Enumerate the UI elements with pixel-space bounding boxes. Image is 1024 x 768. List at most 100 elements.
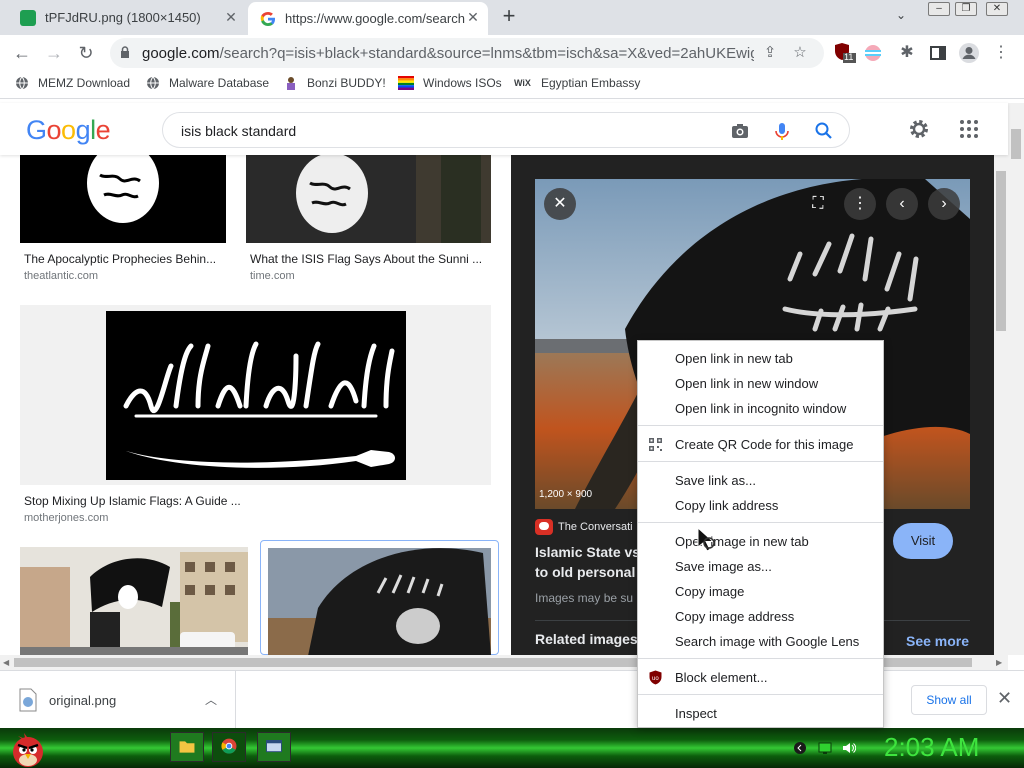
share-icon[interactable]: ⇪ — [760, 43, 780, 63]
tab-tpfjdru-png[interactable]: tPFJdRU.png (1800×1450) ✕ — [14, 0, 246, 35]
close-shelf-icon[interactable]: ✕ — [997, 688, 1012, 709]
minimize-button[interactable]: – — [928, 2, 950, 16]
camera-icon[interactable] — [729, 120, 751, 142]
image-result-card[interactable]: What the ISIS Flag Says About the Sunni … — [246, 155, 491, 285]
gear-icon[interactable] — [908, 118, 930, 140]
lock-icon[interactable] — [120, 46, 130, 59]
angry-bird-icon[interactable] — [8, 728, 48, 768]
page-scrollbar[interactable] — [1008, 103, 1024, 655]
chevron-right-icon[interactable]: › — [928, 188, 960, 220]
tray-expand-icon[interactable] — [793, 741, 807, 755]
image-result-card[interactable]: The Apocalyptic Prophecies Behin... thea… — [20, 155, 226, 285]
scroll-left-arrow-icon[interactable]: ◀ — [3, 658, 9, 667]
download-item[interactable]: original.png ︿ — [0, 671, 236, 729]
tab-search-chevron-icon[interactable]: ⌄ — [896, 8, 906, 22]
show-all-button[interactable]: Show all — [911, 685, 987, 715]
visit-button[interactable]: Visit — [893, 523, 953, 559]
more-options-icon[interactable]: ⋮ — [844, 188, 876, 220]
bookmark-memz[interactable]: MEMZ Download — [15, 76, 130, 90]
ublock-extension-icon[interactable]: 11 — [834, 42, 856, 64]
globe-icon — [146, 76, 160, 90]
close-preview-icon[interactable]: ✕ — [544, 188, 576, 220]
sidepanel-icon[interactable] — [927, 42, 949, 64]
back-button[interactable]: ← — [10, 41, 34, 65]
reload-button[interactable]: ↻ — [74, 41, 98, 65]
result-title[interactable]: Stop Mixing Up Islamic Flags: A Guide ..… — [24, 494, 241, 508]
window-taskbar-button[interactable] — [257, 732, 291, 762]
menu-inspect[interactable]: Inspect — [638, 701, 883, 726]
preview-source[interactable]: The Conversati — [535, 519, 633, 535]
bookmark-windows-isos[interactable]: Windows ISOs — [398, 76, 502, 90]
microphone-icon[interactable] — [771, 120, 793, 142]
menu-copy-link-address[interactable]: Copy link address — [638, 493, 883, 518]
search-icon[interactable] — [813, 120, 835, 142]
address-bar[interactable]: google.com/search?q=isis+black+standard&… — [110, 38, 824, 68]
tab-google-search[interactable]: https://www.google.com/search? ✕ — [248, 2, 488, 35]
scroll-right-arrow-icon[interactable]: ▶ — [996, 658, 1002, 667]
menu-open-link-incognito[interactable]: Open link in incognito window — [638, 396, 883, 421]
bookmark-malware-database[interactable]: Malware Database — [146, 76, 269, 90]
menu-open-link-new-window[interactable]: Open link in new window — [638, 371, 883, 396]
scrollbar-thumb[interactable] — [996, 171, 1006, 331]
close-tab-icon[interactable]: ✕ — [464, 8, 482, 26]
bookmark-bonzi-buddy[interactable]: Bonzi BUDDY! — [284, 76, 386, 90]
street-flag-thumbnail[interactable] — [20, 547, 248, 655]
scrollbar-thumb[interactable] — [1011, 129, 1021, 159]
file-explorer-button[interactable] — [170, 732, 204, 762]
preview-title[interactable]: to old personal — [535, 564, 635, 580]
result-title[interactable]: The Apocalyptic Prophecies Behin... — [24, 252, 216, 266]
close-tab-icon[interactable]: ✕ — [222, 8, 240, 26]
result-title[interactable]: What the ISIS Flag Says About the Sunni … — [250, 252, 482, 266]
new-tab-button[interactable]: + — [497, 5, 521, 28]
flag-thumbnail[interactable] — [246, 155, 491, 243]
related-images-heading: Related images — [535, 631, 638, 647]
image-result-card-selected[interactable] — [260, 540, 499, 655]
pride-extension-icon[interactable] — [864, 42, 886, 64]
menu-search-image-google-lens[interactable]: Search image with Google Lens — [638, 629, 883, 654]
bookmark-egyptian-embassy[interactable]: WiX Egyptian Embassy — [514, 76, 640, 90]
volume-icon[interactable] — [842, 741, 857, 755]
tab-title: tPFJdRU.png (1800×1450) — [45, 10, 201, 25]
apps-grid-icon[interactable] — [958, 118, 980, 140]
menu-label: Block element... — [675, 670, 768, 685]
preview-title[interactable]: Islamic State vs — [535, 544, 640, 560]
menu-separator — [638, 658, 883, 659]
close-window-button[interactable]: ✕ — [986, 2, 1008, 16]
expand-icon[interactable]: ⛶ — [802, 188, 834, 220]
menu-save-link-as[interactable]: Save link as... — [638, 468, 883, 493]
preview-scrollbar[interactable] — [994, 155, 1008, 655]
menu-create-qr-code[interactable]: Create QR Code for this image — [638, 432, 883, 457]
see-more-link[interactable]: See more — [906, 633, 969, 649]
puzzle-icon[interactable]: ✱ — [896, 42, 918, 64]
image-result-card[interactable] — [20, 547, 248, 655]
taskbar-clock[interactable]: 2:03 AM — [884, 732, 979, 763]
chevron-up-icon[interactable]: ︿ — [205, 691, 217, 708]
profile-icon[interactable] — [958, 42, 980, 64]
network-icon[interactable] — [818, 741, 832, 755]
url-text[interactable]: google.com/search?q=isis+black+standard&… — [142, 45, 754, 62]
kebab-menu-icon[interactable]: ⋮ — [990, 42, 1012, 64]
menu-save-image-as[interactable]: Save image as... — [638, 554, 883, 579]
forward-button[interactable]: → — [42, 41, 66, 65]
search-input[interactable]: isis black standard — [181, 123, 296, 139]
image-result-card[interactable]: Stop Mixing Up Islamic Flags: A Guide ..… — [20, 305, 491, 525]
menu-block-element[interactable]: uo Block element... — [638, 665, 883, 690]
chrome-taskbar-button[interactable] — [212, 732, 246, 762]
search-box[interactable]: isis black standard — [162, 112, 850, 148]
google-favicon-icon — [260, 11, 275, 26]
black-standard-flag-thumbnail[interactable] — [106, 311, 406, 480]
google-logo[interactable]: Google — [26, 115, 111, 146]
rainbow-flag-icon — [398, 76, 414, 90]
chevron-left-icon[interactable]: ‹ — [886, 188, 918, 220]
logo-letter: G — [26, 115, 47, 145]
menu-open-image-new-tab[interactable]: Open image in new tab — [638, 529, 883, 554]
menu-copy-image[interactable]: Copy image — [638, 579, 883, 604]
star-icon[interactable]: ☆ — [790, 43, 810, 63]
restore-button[interactable]: ❐ — [955, 2, 977, 16]
waving-flag-thumbnail[interactable] — [268, 548, 491, 655]
menu-copy-image-address[interactable]: Copy image address — [638, 604, 883, 629]
menu-open-link-new-tab[interactable]: Open link in new tab — [638, 346, 883, 371]
qr-code-icon — [649, 438, 662, 451]
google-header: Google isis black standard — [0, 103, 1008, 155]
flag-thumbnail[interactable] — [20, 155, 226, 243]
